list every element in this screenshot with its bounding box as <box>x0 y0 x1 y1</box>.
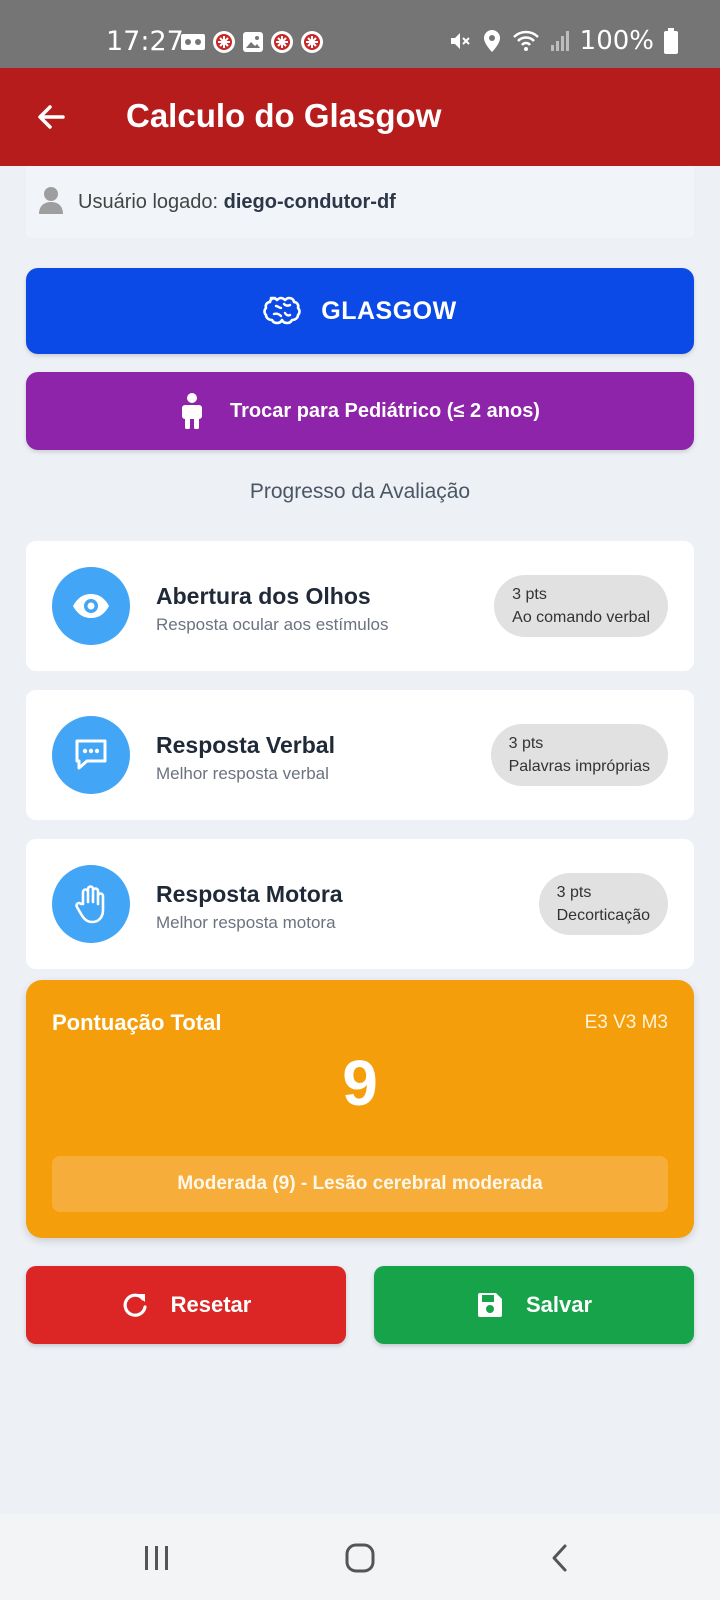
logged-username: diego-condutor-df <box>223 191 396 213</box>
criteria-subtitle: Resposta ocular aos estímulos <box>156 615 389 634</box>
chevron-left-icon <box>552 1544 567 1572</box>
total-score-breakdown: E3 V3 M3 <box>584 1012 668 1033</box>
save-icon <box>477 1293 502 1317</box>
home-button[interactable] <box>338 1536 382 1580</box>
hand-icon-badge <box>52 865 130 943</box>
child-icon <box>182 393 202 429</box>
criteria-points: 3 pts <box>508 735 544 752</box>
system-nav-bar <box>0 1514 720 1600</box>
save-button[interactable]: Salvar <box>374 1266 694 1344</box>
eye-icon <box>73 594 109 618</box>
criteria-title: Abertura dos Olhos <box>156 583 371 609</box>
refresh-icon <box>123 1293 147 1317</box>
glasgow-button[interactable]: GLASGOW <box>26 268 694 354</box>
chat-icon <box>75 739 107 770</box>
criteria-title: Resposta Verbal <box>156 732 335 758</box>
progress-title: Progresso da Avaliação <box>249 480 471 503</box>
chat-icon-badge <box>52 716 130 794</box>
app-bar: Calculo do Glasgow <box>0 68 720 166</box>
image-icon <box>243 32 263 52</box>
app-notification-icon <box>301 31 323 53</box>
logged-user-text: Usuário logado: diego-condutor-df <box>78 191 396 214</box>
status-bar: 17:27 100% <box>0 0 720 68</box>
eye-icon-badge <box>52 567 130 645</box>
battery-icon <box>664 28 678 54</box>
switch-pediatric-button[interactable]: Trocar para Pediátrico (≤ 2 anos) <box>26 372 694 450</box>
location-icon <box>483 30 500 52</box>
criteria-subtitle: Melhor resposta motora <box>156 913 336 932</box>
user-icon <box>39 187 63 214</box>
criteria-response: Decorticação <box>556 907 650 924</box>
criteria-score-badge: 3 pts Decorticação <box>538 873 668 935</box>
total-score-classification: Moderada (9) - Lesão cerebral moderada <box>52 1156 668 1212</box>
total-score-value: 9 <box>342 1047 378 1119</box>
criteria-card-verbal[interactable]: Resposta Verbal Melhor resposta verbal 3… <box>26 690 694 820</box>
recent-apps-icon <box>145 1546 168 1570</box>
criteria-response: Ao comando verbal <box>512 609 650 626</box>
criteria-points: 3 pts <box>556 884 592 901</box>
criteria-title: Resposta Motora <box>156 881 343 907</box>
criteria-score-badge: 3 pts Palavras impróprias <box>490 724 668 786</box>
save-button-label: Salvar <box>525 1292 593 1317</box>
glasgow-button-label: GLASGOW <box>321 296 457 325</box>
recent-apps-button[interactable] <box>135 1536 179 1580</box>
brain-icon <box>263 296 302 325</box>
app-notification-icon <box>213 31 235 53</box>
status-system-icons: 100% <box>448 26 678 56</box>
criteria-score-badge: 3 pts Ao comando verbal <box>494 575 668 637</box>
switch-pediatric-label: Trocar para Pediátrico (≤ 2 anos) <box>230 399 540 422</box>
arrow-left-icon <box>38 105 65 129</box>
page-title: Calculo do Glasgow <box>126 97 442 134</box>
logged-user-bar: Usuário logado: diego-condutor-df <box>26 166 694 238</box>
criteria-card-eyes[interactable]: Abertura dos Olhos Resposta ocular aos e… <box>26 541 694 671</box>
status-time: 17:27 <box>106 26 184 57</box>
voicemail-icon <box>181 34 205 50</box>
criteria-response: Palavras impróprias <box>508 758 650 775</box>
mute-icon <box>450 33 470 49</box>
wifi-icon <box>512 30 539 51</box>
criteria-subtitle: Melhor resposta verbal <box>156 764 329 783</box>
battery-percent: 100% <box>579 26 654 56</box>
reset-button[interactable]: Resetar <box>26 1266 346 1344</box>
back-button[interactable] <box>28 94 74 140</box>
status-notification-icons <box>180 30 324 54</box>
total-score-label: Pontuação Total <box>52 1010 222 1035</box>
app-notification-icon <box>271 31 293 53</box>
system-back-button[interactable] <box>538 1536 582 1580</box>
reset-button-label: Resetar <box>170 1292 252 1317</box>
total-score-card: Pontuação Total E3 V3 M3 9 Moderada (9) … <box>26 980 694 1238</box>
signal-icon <box>550 31 569 51</box>
logged-user-prefix: Usuário logado: <box>78 191 224 213</box>
home-icon <box>345 1543 375 1573</box>
criteria-card-motor[interactable]: Resposta Motora Melhor resposta motora 3… <box>26 839 694 969</box>
criteria-points: 3 pts <box>512 586 547 603</box>
hand-icon <box>75 885 105 924</box>
